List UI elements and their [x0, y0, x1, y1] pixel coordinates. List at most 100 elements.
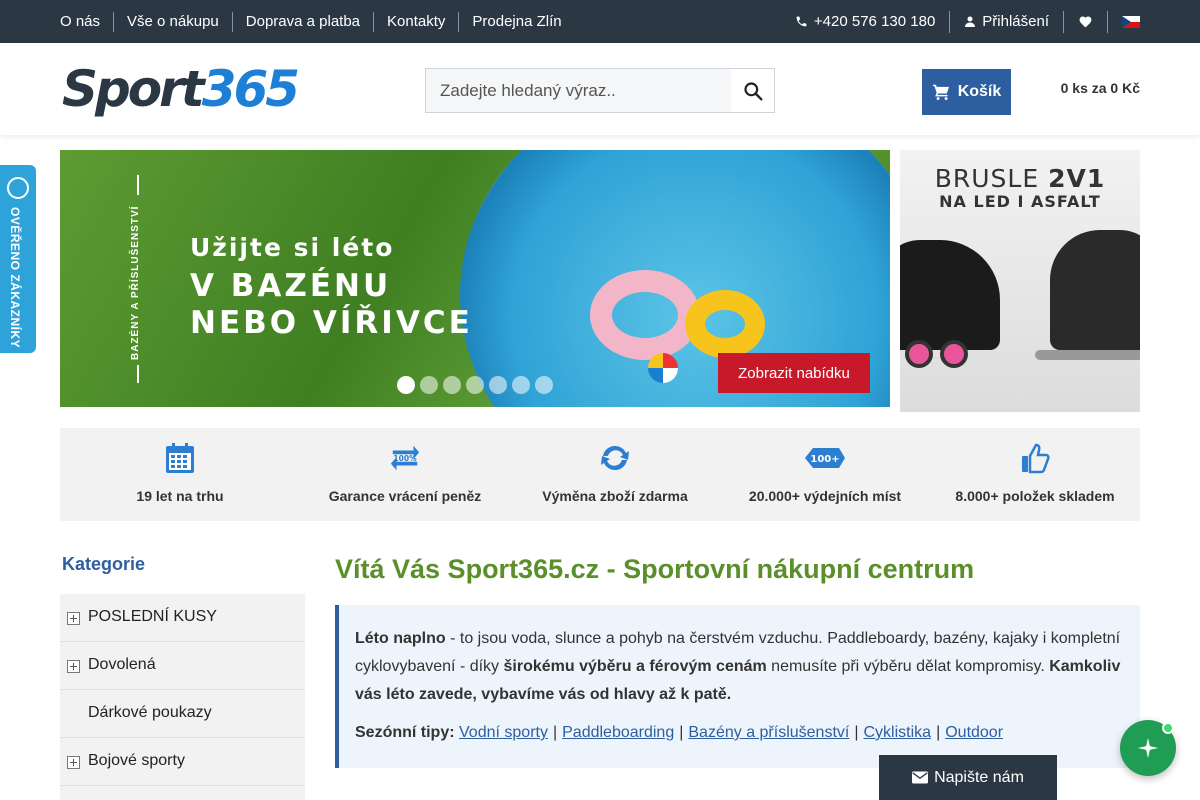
slider-dot[interactable]: [512, 376, 530, 394]
benefit-label: Výměna zboží zdarma: [542, 488, 688, 504]
login-link[interactable]: Přihlášení: [949, 10, 1063, 33]
language-switch[interactable]: [1107, 10, 1140, 33]
thumbs-up-icon: [1022, 443, 1050, 474]
categories-title: Kategorie: [62, 554, 146, 574]
slider-dots: [397, 376, 553, 394]
intro-box: Léto naplno - to jsou voda, slunce a poh…: [335, 605, 1140, 768]
expand-plus-icon[interactable]: [67, 660, 80, 673]
page-title: Vítá Vás Sport365.cz - Sportovní nákupní…: [335, 554, 975, 584]
logo-text-sport: Sport: [62, 60, 205, 118]
phone-link[interactable]: +420 576 130 180: [781, 11, 949, 33]
tip-link-water-sports[interactable]: Vodní sporty: [459, 724, 548, 741]
slider-dot[interactable]: [489, 376, 507, 394]
top-bar: O nás Vše o nákupu Doprava a platba Kont…: [0, 0, 1200, 43]
expand-plus-icon[interactable]: [67, 612, 80, 625]
cart-label: Košík: [957, 83, 1002, 100]
tip-link-pools[interactable]: Bazény a příslušenství: [688, 724, 849, 741]
slider-dot[interactable]: [420, 376, 438, 394]
benefits-strip: 19 let na trhu 100% Garance vrácení peně…: [60, 428, 1140, 521]
inline-skate-image: [900, 240, 1000, 350]
exchange-icon: [601, 445, 629, 471]
nav-link-shipping-payment[interactable]: Doprava a platba: [231, 11, 373, 32]
benefit-label: 20.000+ výdejních míst: [748, 488, 902, 504]
tip-link-outdoor[interactable]: Outdoor: [945, 724, 1003, 741]
benefit-in-stock: 8.000+ položek skladem: [930, 428, 1140, 521]
expand-plus-icon[interactable]: [67, 756, 80, 769]
intro-bold-1: Léto naplno: [355, 630, 446, 647]
intro-text-2: nemusíte při výběru dělat kompromisy.: [766, 658, 1050, 675]
cart-icon: [932, 84, 949, 100]
skates-banner[interactable]: BRUSLE 2V1 NA LED I ASFALT: [900, 150, 1140, 412]
skates-title-b: 2V1: [1048, 164, 1106, 193]
search-button[interactable]: [731, 69, 774, 112]
skates-banner-subtitle: NA LED I ASFALT: [939, 192, 1101, 211]
slider-dot[interactable]: [443, 376, 461, 394]
sparkle-icon: [1137, 737, 1159, 759]
benefit-money-back: 100% Garance vrácení peněz: [300, 428, 510, 521]
seasonal-tips: Sezónní tipy: Vodní sporty | Paddleboardin…: [355, 724, 1004, 741]
category-label: POSLEDNÍ KUSY: [88, 608, 217, 625]
nav-link-store-zlin[interactable]: Prodejna Zlín: [458, 11, 574, 32]
show-offer-button[interactable]: Zobrazit nabídku: [718, 353, 870, 393]
top-bar-actions: +420 576 130 180 Přihlášení: [781, 0, 1140, 43]
benefit-label: Garance vrácení peněz: [328, 488, 482, 504]
write-us-label: Napište nám: [934, 768, 1024, 786]
cart-button[interactable]: Košík: [922, 69, 1011, 115]
logo-text-365: 365: [201, 60, 300, 118]
envelope-icon: [912, 771, 929, 784]
search-input[interactable]: [426, 69, 731, 112]
write-us-button[interactable]: Napište nám: [879, 755, 1057, 800]
category-item[interactable]: POSLEDNÍ KUSY: [60, 594, 305, 642]
pickup-points-icon: 100+: [805, 448, 845, 468]
verified-by-customers-badge[interactable]: OVĚŘENO ZÁKAZNÍKY: [0, 165, 36, 353]
benefit-label: 8.000+ položek skladem: [955, 488, 1115, 504]
svg-text:100%: 100%: [393, 454, 417, 463]
hero-banner[interactable]: BAZÉNY A PŘÍSLUŠENSTVÍ Užijte si léto V …: [60, 150, 890, 407]
skate-wheel-image: [905, 340, 933, 368]
czech-flag-icon: [1122, 15, 1140, 28]
banner-headline-big: V BAZÉNU NEBO VÍŘIVCE: [190, 268, 473, 342]
benefit-years: 19 let na trhu: [60, 428, 300, 521]
chat-assistant-button[interactable]: [1120, 720, 1176, 776]
login-label: Přihlášení: [982, 13, 1049, 30]
search-box: [425, 68, 775, 113]
heart-icon: [1079, 16, 1092, 28]
banner-divider-bottom: [137, 365, 139, 383]
search-icon: [743, 81, 762, 101]
intro-bold-2: širokému výběru a férovým cenám: [503, 658, 767, 675]
phone-icon: [796, 16, 807, 27]
calendar-icon: [166, 443, 194, 473]
online-status-dot: [1162, 722, 1174, 734]
top-nav: O nás Vše o nákupu Doprava a platba Kont…: [60, 0, 575, 43]
tip-link-paddleboarding[interactable]: Paddleboarding: [562, 724, 674, 741]
category-item[interactable]: Bojové sporty: [60, 738, 305, 786]
categories-list: POSLEDNÍ KUSY Dovolená Dárkové poukazy B…: [60, 594, 305, 800]
nav-link-about[interactable]: O nás: [60, 12, 113, 32]
banner-vertical-text: BAZÉNY A PŘÍSLUŠENSTVÍ: [130, 205, 141, 360]
benefit-label: 19 let na trhu: [136, 488, 224, 504]
pineapple-float-image: [685, 290, 765, 358]
banner-headline-small: Užijte si léto: [190, 233, 395, 262]
category-item[interactable]: [60, 786, 305, 800]
cart-summary[interactable]: 0 ks za 0 Kč: [1061, 80, 1140, 96]
category-item[interactable]: Dárkové poukazy: [60, 690, 305, 738]
slider-dot[interactable]: [535, 376, 553, 394]
site-logo[interactable]: Sport365: [62, 60, 300, 118]
banner-headline-line1: V BAZÉNU: [190, 268, 392, 304]
wishlist-link[interactable]: [1063, 10, 1107, 33]
money-back-icon: 100%: [390, 445, 420, 471]
skates-banner-title: BRUSLE 2V1: [900, 164, 1140, 193]
beach-ball-image: [648, 353, 678, 383]
tip-link-cycling[interactable]: Cyklistika: [864, 724, 932, 741]
slider-dot[interactable]: [466, 376, 484, 394]
banner-divider-top: [137, 175, 139, 195]
category-label: Dárkové poukazy: [88, 704, 212, 721]
skates-title-a: BRUSLE: [934, 164, 1049, 193]
skate-wheel-image: [940, 340, 968, 368]
svg-text:100+: 100+: [810, 454, 839, 465]
category-item[interactable]: Dovolená: [60, 642, 305, 690]
nav-link-shopping-info[interactable]: Vše o nákupu: [113, 11, 232, 32]
nav-link-contacts[interactable]: Kontakty: [373, 11, 458, 32]
heureka-seal-icon: [7, 177, 29, 199]
slider-dot[interactable]: [397, 376, 415, 394]
